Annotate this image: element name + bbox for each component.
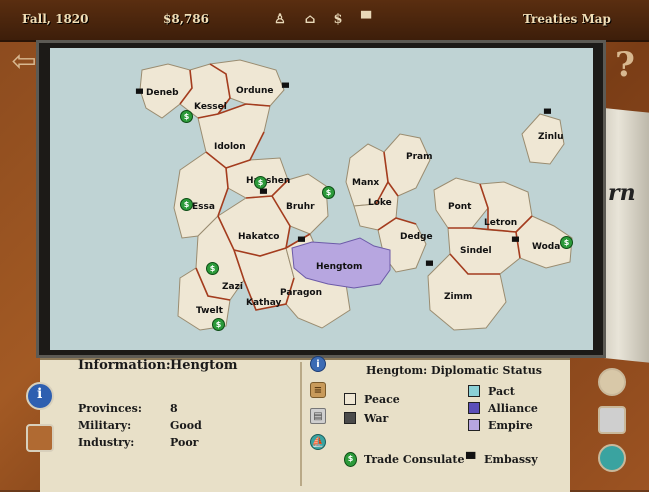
province-label-hapshen[interactable]: Hapshen — [246, 176, 290, 186]
province-label-hakatco[interactable]: Hakatco — [238, 232, 279, 242]
province-label-woda[interactable]: Woda — [532, 242, 560, 252]
factory-icon[interactable]: ⌂ — [302, 11, 318, 29]
industry-value: Poor — [170, 436, 199, 449]
trade-consulate-icon: $ — [322, 186, 335, 199]
document-tab-icon[interactable] — [598, 406, 626, 434]
legend-swatch-alliance — [468, 402, 480, 414]
legend-swatch-empire — [468, 419, 480, 431]
province-label-ordune[interactable]: Ordune — [236, 86, 273, 96]
province-label-dedge[interactable]: Dedge — [400, 232, 433, 242]
document-icon[interactable]: ▤ — [310, 408, 326, 424]
panel-divider — [300, 362, 302, 486]
province-label-twelt[interactable]: Twelt — [196, 306, 223, 316]
provinces-label: Provinces: — [78, 402, 142, 415]
legend-swatch-pact — [468, 385, 480, 397]
treaties-map[interactable]: Deneb Kessel Ordune Idolon Zinlu Pram Ha… — [50, 48, 593, 350]
embassy-hat-icon: ▀ — [466, 452, 476, 466]
province-label-kathay[interactable]: Kathay — [246, 298, 281, 308]
province-label-paragon[interactable]: Paragon — [280, 288, 322, 298]
province-label-kessel[interactable]: Kessel — [194, 102, 227, 112]
embassy-hat-icon: ▀ — [544, 110, 551, 120]
trade-consulate-icon: $ — [206, 262, 219, 275]
trade-consulate-icon: $ — [344, 452, 357, 467]
map-land-svg — [139, 59, 573, 331]
legend-label-embassy: Embassy — [484, 453, 538, 466]
province-label-zazi[interactable]: Zazi — [222, 282, 243, 292]
province-label-bruhr[interactable]: Bruhr — [286, 202, 315, 212]
legend-label-empire: Empire — [488, 419, 533, 432]
province-label-loke[interactable]: Loke — [368, 198, 392, 208]
embassy-hat-icon: ▀ — [136, 90, 143, 100]
newspaper-masthead-decoration: rn — [608, 180, 636, 206]
scroll-tab-icon[interactable] — [598, 368, 626, 396]
province-label-deneb[interactable]: Deneb — [146, 88, 179, 98]
trade-consulate-icon: $ — [212, 318, 225, 331]
industry-label: Industry: — [78, 436, 135, 449]
season-date: Fall, 1820 — [22, 12, 89, 26]
trade-consulate-icon: $ — [180, 110, 193, 123]
province-label-pram[interactable]: Pram — [406, 152, 433, 162]
trade-consulate-icon: $ — [560, 236, 573, 249]
province-label-sindel[interactable]: Sindel — [460, 246, 492, 256]
province-label-letron[interactable]: Letron — [484, 218, 517, 228]
trade-consulate-icon: $ — [180, 198, 193, 211]
province-label-zinlu[interactable]: Zinlu — [538, 132, 564, 142]
legend-label-war: War — [364, 412, 389, 425]
legend-label-trade-consulate: Trade Consulate — [364, 453, 465, 466]
legend-label-peace: Peace — [364, 393, 400, 406]
military-label: Military: — [78, 419, 132, 432]
top-bar: Fall, 1820 $8,786 ♙ ⌂ $ ▀ Treaties Map — [0, 0, 649, 42]
briefcase-tab-icon[interactable] — [26, 424, 54, 452]
legend-title: Hengtom: Diplomatic Status — [366, 364, 542, 377]
embassy-hat-icon: ▀ — [282, 84, 289, 94]
screen-title: Treaties Map — [523, 12, 611, 26]
province-label-essa[interactable]: Essa — [192, 202, 215, 212]
military-value: Good — [170, 419, 202, 432]
info-header-value: Hengtom — [170, 358, 238, 373]
province-label-zimm[interactable]: Zimm — [444, 292, 472, 302]
left-tab-column: i — [20, 372, 60, 490]
treasury-amount: $8,786 — [163, 12, 209, 26]
embassy-hat-icon: ▀ — [260, 190, 267, 200]
ship-icon[interactable]: ⛵ — [310, 434, 326, 450]
province-label-hengtom[interactable]: Hengtom — [316, 262, 362, 272]
embassy-hat-icon: ▀ — [298, 238, 305, 248]
legend-label-pact: Pact — [488, 385, 515, 398]
legend-swatch-peace — [344, 393, 356, 405]
ship-tab-icon[interactable] — [598, 444, 626, 472]
info-icon[interactable]: i — [310, 356, 326, 372]
provinces-value: 8 — [170, 402, 178, 415]
embassy-hat-icon: ▀ — [426, 262, 433, 272]
chess-pawn-icon[interactable]: ♙ — [272, 11, 288, 29]
legend-swatch-war — [344, 412, 356, 424]
province-label-idolon[interactable]: Idolon — [214, 142, 246, 152]
legend-label-alliance: Alliance — [488, 402, 538, 415]
province-label-pont[interactable]: Pont — [448, 202, 472, 212]
trade-consulate-icon: $ — [254, 176, 267, 189]
trade-consulate-icon[interactable]: $ — [330, 11, 346, 29]
info-header-label: Information: — [78, 358, 171, 373]
help-question-icon[interactable]: ? — [605, 42, 645, 88]
province-label-manx[interactable]: Manx — [352, 178, 379, 188]
info-letter-icon: i — [37, 386, 43, 402]
embassy-hat-icon[interactable]: ▀ — [358, 11, 374, 29]
embassy-hat-icon: ▀ — [512, 238, 519, 248]
scroll-icon[interactable]: ≡ — [310, 382, 326, 398]
